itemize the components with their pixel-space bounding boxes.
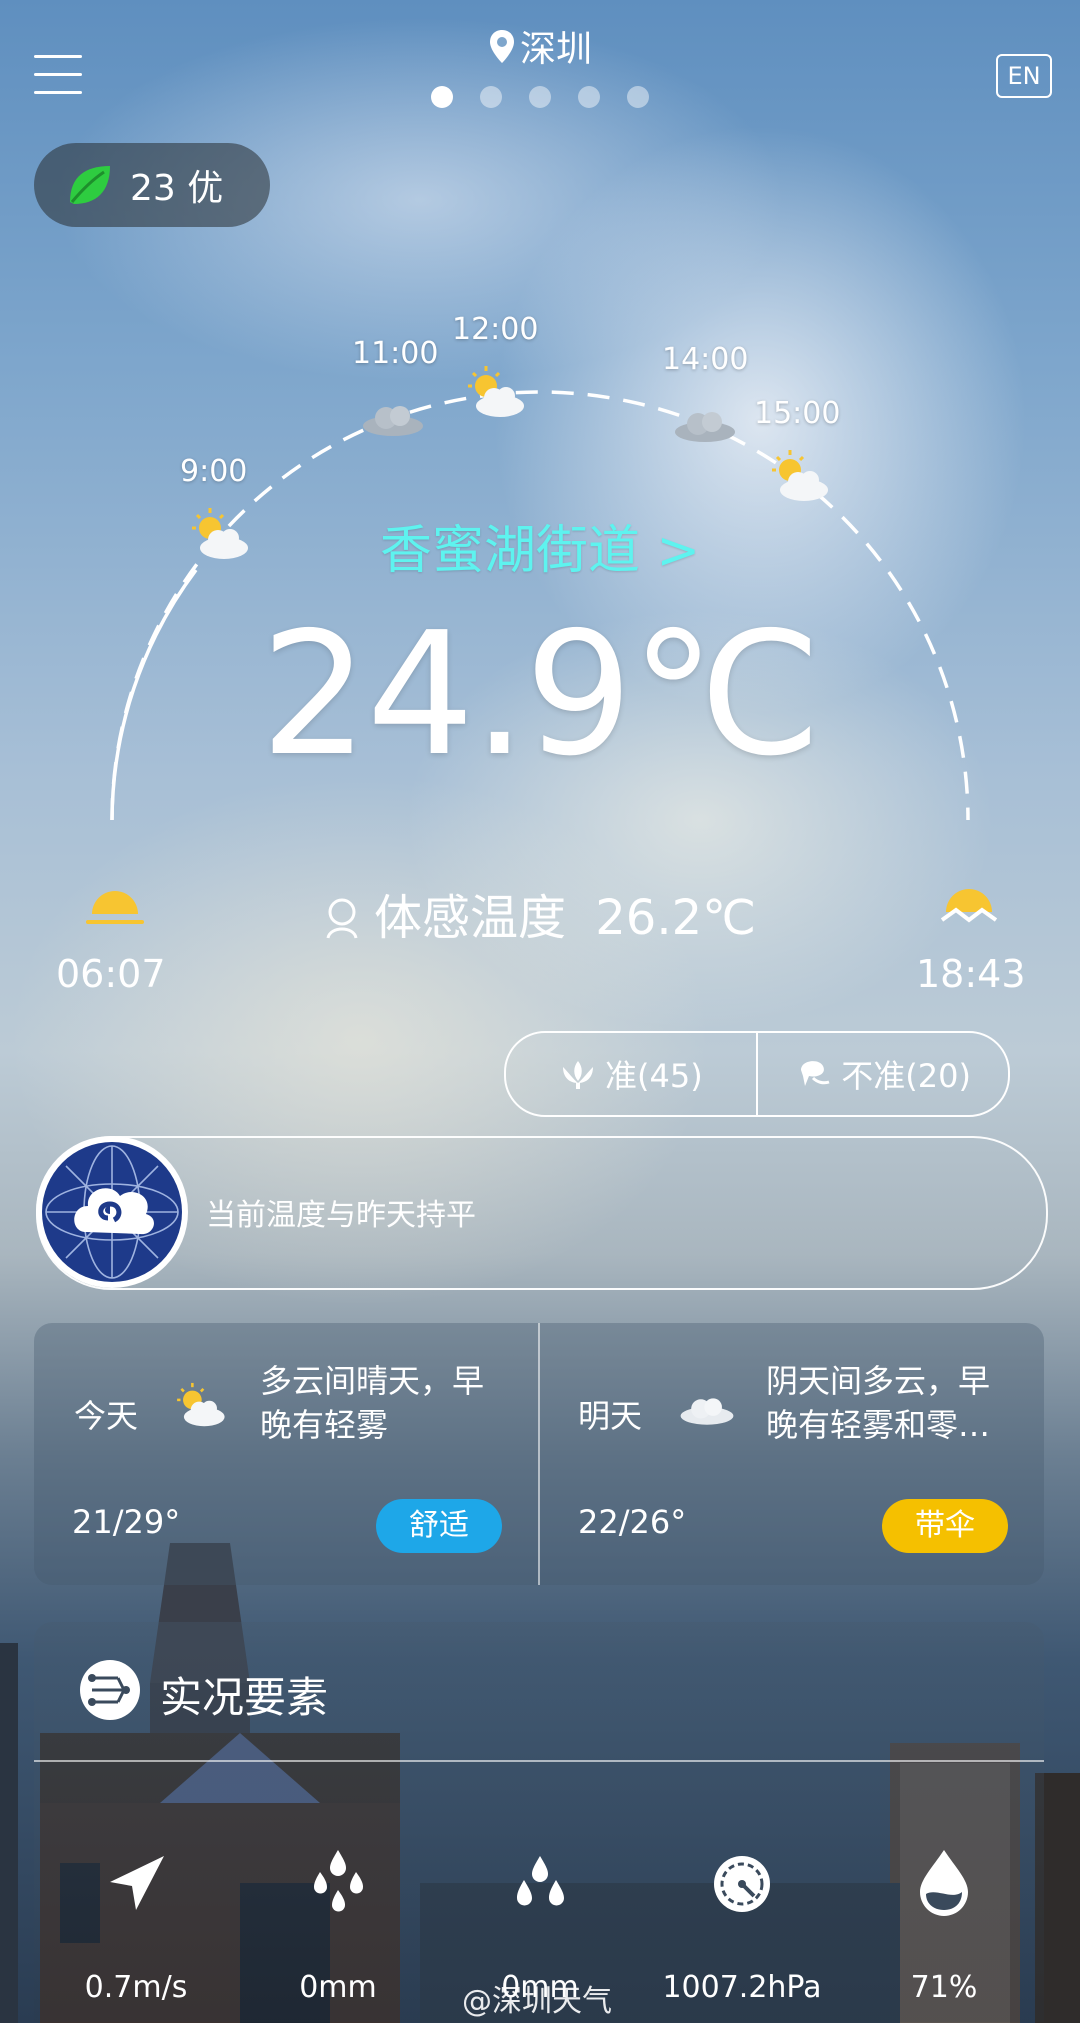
sunrise-icon	[86, 891, 144, 924]
forecast-vote: 准(45) 不准(20)	[504, 1031, 1010, 1117]
pressure-gauge-icon	[714, 1856, 770, 1912]
weather-service-logo	[36, 1136, 188, 1288]
rain-icon	[314, 1850, 363, 1912]
tomorrow-label: 明天	[578, 1397, 643, 1435]
observations-title: 实况要素	[160, 1673, 329, 1722]
tomorrow-temp-range: 22/26°	[578, 1503, 687, 1541]
pressure-value: 1007.2hPa	[662, 1970, 822, 2005]
today-description-line1: 多云间晴天，早	[260, 1362, 485, 1400]
sunset-time: 18:43	[916, 952, 1026, 996]
cloud-icon	[675, 412, 735, 442]
feels-like-value: 26.2℃	[595, 890, 757, 946]
vote-inaccurate-label: 不准(20)	[841, 1057, 971, 1095]
today-comfort-badge: 舒适	[376, 1499, 502, 1553]
observations-icon	[80, 1660, 140, 1720]
tomorrow-description: 阴天间多云，早 晚有轻雾和零…	[766, 1359, 1036, 1447]
vote-inaccurate-button[interactable]: 不准(20)	[758, 1033, 1008, 1115]
sunrise-time: 06:07	[56, 952, 166, 996]
person-icon	[326, 898, 358, 939]
cloud-icon	[680, 1398, 734, 1425]
hour-label-15: 15:00	[754, 396, 841, 431]
humidity-value: 71%	[910, 1970, 978, 2005]
today-description: 多云间晴天，早 晚有轻雾	[260, 1359, 520, 1447]
hour-label-12: 12:00	[452, 312, 539, 347]
wilted-flower-icon	[801, 1061, 830, 1086]
forecast-today[interactable]: 今天 多云间晴天，早 晚有轻雾 21/29° 舒适	[34, 1323, 538, 1585]
district-link[interactable]: 香蜜湖街道 >	[0, 508, 1080, 583]
tomorrow-description-line1: 阴天间多云，早	[766, 1362, 991, 1400]
today-temp-range: 21/29°	[72, 1503, 181, 1541]
meteorology-logo-icon	[42, 1142, 182, 1282]
vote-accurate-label: 准(45)	[605, 1057, 703, 1095]
wind-direction-icon	[110, 1856, 164, 1910]
tomorrow-description-line2: 晚有轻雾和零…	[766, 1406, 991, 1444]
lotus-icon	[563, 1061, 594, 1089]
partly-sunny-icon	[468, 366, 524, 417]
observations-divider	[34, 1760, 1044, 1762]
partly-sunny-icon	[177, 1382, 225, 1427]
tomorrow-umbrella-badge: 带伞	[882, 1499, 1008, 1553]
today-description-line2: 晚有轻雾	[260, 1406, 389, 1444]
partly-sunny-icon	[772, 450, 828, 501]
wind-speed-value: 0.7m/s	[84, 1970, 188, 2005]
hour-label-14: 14:00	[662, 342, 749, 377]
vote-accurate-button[interactable]: 准(45)	[506, 1033, 756, 1115]
notice-text: 当前温度与昨天持平	[206, 1198, 476, 1233]
sunset-icon	[940, 889, 998, 923]
current-temperature: 24.9℃	[260, 596, 821, 794]
forecast-tomorrow[interactable]: 明天 阴天间多云，早 晚有轻雾和零… 22/26° 带伞	[540, 1323, 1044, 1585]
rainfall-value: 0mm	[299, 1970, 377, 2005]
watermark: @深圳天气	[462, 1984, 612, 2019]
hour-label-11: 11:00	[352, 336, 439, 371]
cloud-icon	[363, 406, 423, 436]
hour-label-9: 9:00	[180, 454, 248, 489]
humidity-icon	[920, 1850, 968, 1916]
rain-icon	[517, 1856, 564, 1906]
feels-like: 体感温度 26.2℃	[0, 878, 1080, 948]
feels-like-label: 体感温度	[373, 890, 566, 946]
today-label: 今天	[74, 1397, 139, 1435]
